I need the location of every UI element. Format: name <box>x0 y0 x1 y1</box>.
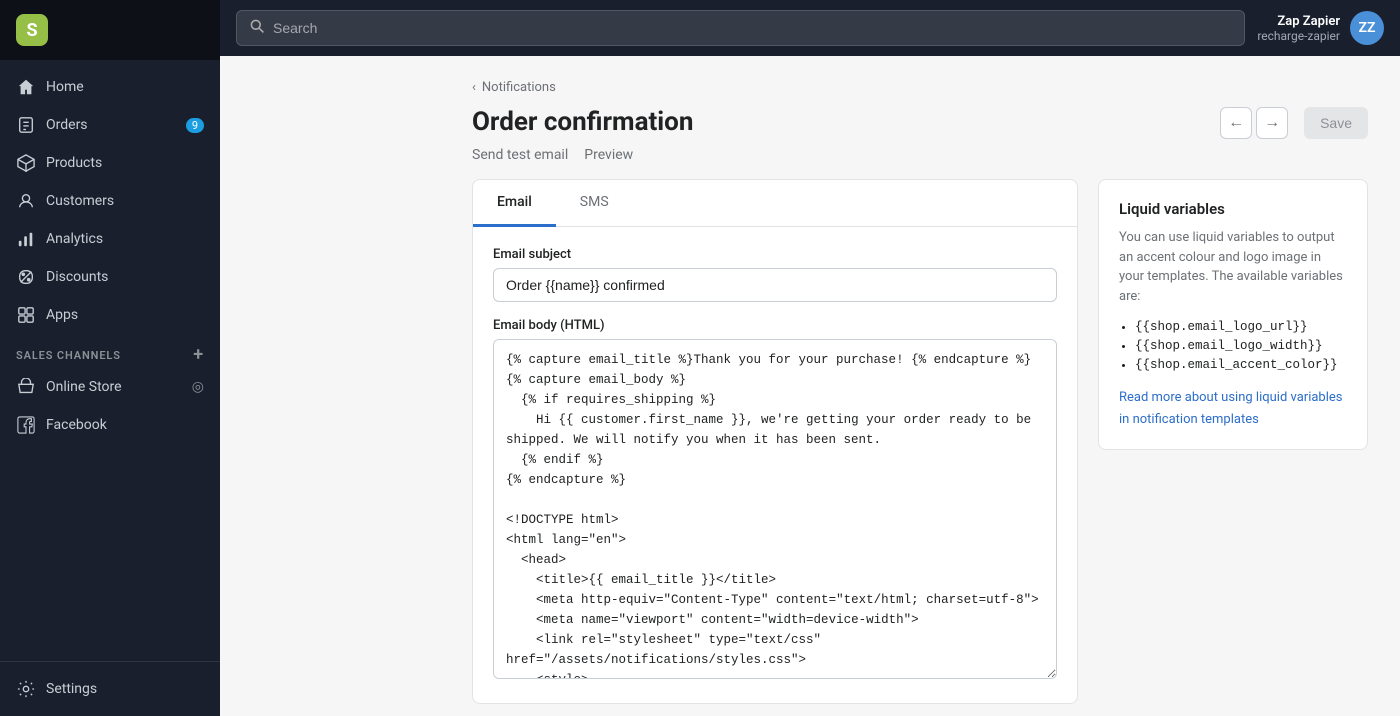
tab-actions: Send test email Preview <box>472 147 1368 163</box>
sidebar-item-home[interactable]: Home <box>0 68 220 106</box>
sidebar-item-online-store-label: Online Store <box>46 379 122 395</box>
add-sales-channel-button[interactable]: + <box>193 346 204 364</box>
sidebar: S Home Orders 9 Products <box>0 0 220 716</box>
liquid-var-1: {{shop.email_logo_url}} <box>1135 320 1347 334</box>
send-test-email-link[interactable]: Send test email <box>472 147 568 163</box>
online-store-visibility-icon: ◎ <box>192 379 204 395</box>
sidebar-item-orders-label: Orders <box>46 117 88 133</box>
page-title: Order confirmation <box>472 107 693 137</box>
sidebar-item-products-label: Products <box>46 155 102 171</box>
topbar-user-sub: recharge-zapier <box>1257 29 1340 43</box>
sidebar-item-settings[interactable]: Settings <box>0 670 220 708</box>
tabs-bar: Email SMS <box>473 180 1077 227</box>
sidebar-item-home-label: Home <box>46 79 84 95</box>
content-row: Email SMS Email subject Email body (HTML… <box>472 179 1368 704</box>
sidebar-item-analytics[interactable]: Analytics <box>0 220 220 258</box>
save-button[interactable]: Save <box>1304 107 1368 139</box>
apps-icon <box>16 305 36 325</box>
analytics-icon <box>16 229 36 249</box>
search-input[interactable] <box>273 20 1232 36</box>
email-body-textarea[interactable] <box>493 339 1057 679</box>
sales-channels-section-label: SALES CHANNELS + <box>0 334 220 368</box>
liquid-variables-panel: Liquid variables You can use liquid vari… <box>1098 179 1368 450</box>
sidebar-item-apps[interactable]: Apps <box>0 296 220 334</box>
orders-badge: 9 <box>186 118 204 133</box>
main-content: ‹ Notifications Order confirmation ← → S… <box>440 56 1400 716</box>
sidebar-nav: Home Orders 9 Products Customers <box>0 60 220 661</box>
page-header-actions: ← → Save <box>1220 107 1368 139</box>
sidebar-item-customers[interactable]: Customers <box>0 182 220 220</box>
preview-link[interactable]: Preview <box>584 147 633 163</box>
search-icon <box>249 18 265 38</box>
subject-label: Email subject <box>493 247 1057 262</box>
sidebar-item-facebook[interactable]: Facebook <box>0 406 220 444</box>
liquid-var-2: {{shop.email_logo_width}} <box>1135 339 1347 353</box>
tab-email[interactable]: Email <box>473 180 556 227</box>
tab-sms[interactable]: SMS <box>556 180 633 227</box>
facebook-icon <box>16 415 36 435</box>
topbar-user[interactable]: Zap Zapier recharge-zapier ZZ <box>1257 11 1384 45</box>
sidebar-item-products[interactable]: Products <box>0 144 220 182</box>
sidebar-item-discounts[interactable]: Discounts <box>0 258 220 296</box>
search-bar[interactable] <box>236 10 1245 46</box>
sidebar-item-apps-label: Apps <box>46 307 78 323</box>
topbar-user-info: Zap Zapier recharge-zapier <box>1257 14 1340 43</box>
sidebar-item-online-store[interactable]: Online Store ◎ <box>0 368 220 406</box>
shopify-logo-icon: S <box>16 14 48 46</box>
settings-icon <box>16 679 36 699</box>
email-panel: Email SMS Email subject Email body (HTML… <box>472 179 1078 704</box>
liquid-var-3: {{shop.email_accent_color}} <box>1135 358 1347 372</box>
liquid-variables-title: Liquid variables <box>1119 200 1347 218</box>
online-store-icon <box>16 377 36 397</box>
liquid-variables-link[interactable]: Read more about using liquid variables i… <box>1119 390 1343 427</box>
liquid-variables-list: {{shop.email_logo_url}} {{shop.email_log… <box>1119 320 1347 372</box>
next-button[interactable]: → <box>1256 107 1288 139</box>
breadcrumb-notifications-link[interactable]: Notifications <box>482 80 556 95</box>
email-subject-input[interactable] <box>493 268 1057 302</box>
breadcrumb-chevron: ‹ <box>472 80 476 95</box>
customers-icon <box>16 191 36 211</box>
discounts-icon <box>16 267 36 287</box>
sidebar-header: S <box>0 0 220 60</box>
topbar-user-name: Zap Zapier <box>1257 14 1340 29</box>
products-icon <box>16 153 36 173</box>
sidebar-item-analytics-label: Analytics <box>46 231 103 247</box>
avatar: ZZ <box>1350 11 1384 45</box>
sidebar-item-discounts-label: Discounts <box>46 269 108 285</box>
sidebar-item-orders[interactable]: Orders 9 <box>0 106 220 144</box>
sidebar-footer: Settings <box>0 661 220 716</box>
breadcrumb: ‹ Notifications <box>472 80 1368 95</box>
header-nav-buttons: ← → <box>1220 107 1288 139</box>
home-icon <box>16 77 36 97</box>
sidebar-item-customers-label: Customers <box>46 193 114 209</box>
body-label: Email body (HTML) <box>493 318 1057 333</box>
sidebar-item-settings-label: Settings <box>46 681 97 697</box>
email-form-body: Email subject Email body (HTML) <box>473 227 1077 703</box>
page-header: Order confirmation ← → Save <box>472 107 1368 139</box>
orders-icon <box>16 115 36 135</box>
liquid-variables-description: You can use liquid variables to output a… <box>1119 228 1347 306</box>
prev-button[interactable]: ← <box>1220 107 1252 139</box>
topbar: Zap Zapier recharge-zapier ZZ <box>220 0 1400 56</box>
sidebar-item-facebook-label: Facebook <box>46 417 107 433</box>
